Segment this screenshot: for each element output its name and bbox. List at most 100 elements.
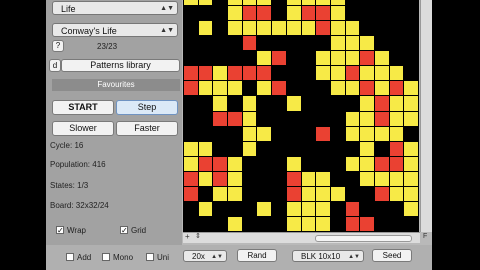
board-cell[interactable] <box>360 36 374 51</box>
board-cell[interactable] <box>345 186 360 201</box>
board-cell[interactable] <box>228 6 242 21</box>
board-cell[interactable] <box>213 0 228 6</box>
board-cell[interactable] <box>242 0 257 6</box>
board-cell[interactable] <box>389 141 404 156</box>
board-cell[interactable] <box>242 126 257 141</box>
board-cell[interactable] <box>242 216 257 231</box>
board-cell[interactable] <box>184 216 198 231</box>
board-cell[interactable] <box>184 81 198 96</box>
board-cell[interactable] <box>374 6 389 21</box>
board-cell[interactable] <box>330 66 345 81</box>
board-cell[interactable] <box>228 36 242 51</box>
zoom-select[interactable]: 20x ▲▼ <box>183 250 227 262</box>
board-cell[interactable] <box>301 156 316 171</box>
board-cell[interactable] <box>228 111 242 126</box>
board-cell[interactable] <box>374 21 389 36</box>
board-cell[interactable] <box>389 0 404 6</box>
board-cell[interactable] <box>198 66 213 81</box>
board-cell[interactable] <box>404 36 418 51</box>
board-cell[interactable] <box>301 6 316 21</box>
board-cell[interactable] <box>257 36 272 51</box>
board-cell[interactable] <box>184 0 198 6</box>
board-cell[interactable] <box>286 81 301 96</box>
board-cell[interactable] <box>272 81 286 96</box>
board-cell[interactable] <box>301 96 316 111</box>
board-cell[interactable] <box>272 51 286 66</box>
rand-button[interactable]: Rand <box>237 249 277 262</box>
board-cell[interactable] <box>286 186 301 201</box>
board-cell[interactable] <box>242 6 257 21</box>
board-cell[interactable] <box>389 186 404 201</box>
board-cell[interactable] <box>301 0 316 6</box>
board-cell[interactable] <box>228 201 242 216</box>
horizontal-scrollbar[interactable]: + ⇕ <box>183 232 420 243</box>
board-cell[interactable] <box>404 0 418 6</box>
board-cell[interactable] <box>345 156 360 171</box>
board-cell[interactable] <box>330 186 345 201</box>
board-cell[interactable] <box>198 81 213 96</box>
board-cell[interactable] <box>286 66 301 81</box>
board-cell[interactable] <box>389 111 404 126</box>
board-cell[interactable] <box>389 201 404 216</box>
board-cell[interactable] <box>360 216 374 231</box>
board-cell[interactable] <box>374 216 389 231</box>
board-cell[interactable] <box>404 156 418 171</box>
scroll-thumb[interactable] <box>315 235 412 242</box>
board-cell[interactable] <box>257 0 272 6</box>
board-cell[interactable] <box>374 126 389 141</box>
board-cell[interactable] <box>316 201 330 216</box>
board-cell[interactable] <box>374 96 389 111</box>
board-cell[interactable] <box>272 171 286 186</box>
board-cell[interactable] <box>257 201 272 216</box>
board-cell[interactable] <box>257 66 272 81</box>
board-cell[interactable] <box>257 186 272 201</box>
board-cell[interactable] <box>184 21 198 36</box>
board-cell[interactable] <box>389 6 404 21</box>
board-cell[interactable] <box>257 111 272 126</box>
board-cell[interactable] <box>374 201 389 216</box>
board-cell[interactable] <box>286 51 301 66</box>
board-cell[interactable] <box>286 171 301 186</box>
board-cell[interactable] <box>184 126 198 141</box>
board-cell[interactable] <box>389 81 404 96</box>
board-cell[interactable] <box>213 141 228 156</box>
board-cell[interactable] <box>184 171 198 186</box>
wrap-checkbox[interactable]: ✓ <box>56 226 64 235</box>
board-cell[interactable] <box>242 141 257 156</box>
board-cell[interactable] <box>286 6 301 21</box>
board-cell[interactable] <box>286 96 301 111</box>
board-cell[interactable] <box>198 141 213 156</box>
board-cell[interactable] <box>404 51 418 66</box>
board-cell[interactable] <box>330 81 345 96</box>
mono-checkbox[interactable] <box>102 253 110 261</box>
board-cell[interactable] <box>374 186 389 201</box>
board-cell[interactable] <box>184 66 198 81</box>
board-cell[interactable] <box>272 111 286 126</box>
board-cell[interactable] <box>272 66 286 81</box>
board-cell[interactable] <box>198 111 213 126</box>
board-cell[interactable] <box>389 21 404 36</box>
board-cell[interactable] <box>301 36 316 51</box>
board-cell[interactable] <box>301 111 316 126</box>
board-cell[interactable] <box>213 21 228 36</box>
board-cell[interactable] <box>389 66 404 81</box>
vertical-scrollbar[interactable]: F <box>420 0 432 240</box>
board-cell[interactable] <box>330 201 345 216</box>
board-cell[interactable] <box>330 141 345 156</box>
board-cell[interactable] <box>389 36 404 51</box>
board-cell[interactable] <box>272 0 286 6</box>
help-button[interactable]: ? <box>52 40 64 52</box>
board-cell[interactable] <box>374 51 389 66</box>
board-cell[interactable] <box>242 111 257 126</box>
board-cell[interactable] <box>272 186 286 201</box>
board-cell[interactable] <box>374 156 389 171</box>
board-cell[interactable] <box>374 0 389 6</box>
board-cell[interactable] <box>213 36 228 51</box>
board-cell[interactable] <box>198 201 213 216</box>
board-cell[interactable] <box>242 36 257 51</box>
board-cell[interactable] <box>360 171 374 186</box>
board-cell[interactable] <box>213 186 228 201</box>
board-cell[interactable] <box>360 21 374 36</box>
board-cell[interactable] <box>286 126 301 141</box>
board-cell[interactable] <box>316 186 330 201</box>
